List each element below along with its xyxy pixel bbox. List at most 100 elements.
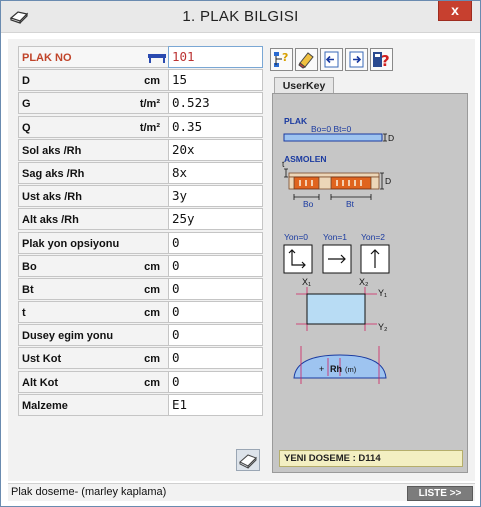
field-unit: t/m² — [139, 121, 160, 134]
svg-text:?: ? — [282, 51, 288, 64]
field-unit: t/m² — [139, 98, 160, 111]
field-label: t cm — [18, 301, 168, 324]
arrow-right-icon — [349, 51, 364, 68]
plak-section — [283, 133, 383, 142]
yeni-doseme-label: YENI DOSEME : D114 — [279, 450, 463, 467]
slab-icon — [148, 54, 166, 63]
x1-label: X₁ — [302, 277, 311, 287]
field-value-input[interactable]: 8x — [168, 161, 263, 184]
field-label-text: Ust Kot — [22, 353, 62, 366]
svg-text:?: ? — [381, 52, 390, 70]
field-label-text: D — [22, 75, 30, 88]
asmolen-d-dim — [380, 172, 384, 190]
asmolen-t-dim — [284, 168, 288, 178]
liste-button[interactable]: LISTE >> — [407, 486, 473, 501]
field-value-input[interactable]: 0 — [168, 254, 263, 277]
field-value-input[interactable]: 101 — [168, 46, 263, 68]
field-value-input[interactable]: 0 — [168, 370, 263, 393]
form-row: Ust aks /Rh 3y — [18, 185, 263, 208]
field-unit: cm — [144, 376, 160, 389]
field-label-text: Sol aks /Rh — [22, 144, 82, 157]
field-label: Qt/m² — [18, 115, 168, 138]
help-button[interactable]: ? — [370, 48, 393, 71]
field-label: Dusey egim yonu — [18, 324, 168, 347]
form-row: Gt/m² 0.523 — [18, 92, 263, 115]
form-row: Plak yon opsiyonu 0 — [18, 231, 263, 255]
field-value-input[interactable]: 0 — [168, 301, 263, 324]
plak-params: Bo=0 Bt=0 — [311, 124, 351, 134]
field-label-text: PLAK NO — [22, 52, 72, 64]
title-bar: 1. PLAK BILGISI x — [1, 1, 480, 33]
y1-label: Y₁ — [378, 288, 387, 298]
form-row: Sol aks /Rh 20x — [18, 138, 263, 162]
field-unit: cm — [144, 260, 160, 273]
field-label: Ust aks /Rh — [18, 185, 168, 208]
plak-bilgisi-window: 1. PLAK BILGISI x PLAK NO 101 Dcm 15 Gt/m² 0.… — [0, 0, 481, 507]
field-value-input[interactable]: 0 — [168, 277, 263, 300]
asmolen-blocks — [288, 176, 380, 190]
form-row: Dcm 15 — [18, 69, 263, 92]
field-unit: cm — [144, 283, 160, 296]
rh-label: Rh — [330, 364, 342, 374]
field-label: PLAK NO — [18, 46, 168, 68]
field-value-input[interactable]: 3y — [168, 185, 263, 208]
eraser-button[interactable] — [295, 48, 318, 71]
form-row: Ust Kot cm 0 — [18, 347, 263, 370]
field-label-text: Alt Kot — [22, 376, 59, 389]
window-title: 1. PLAK BILGISI — [182, 8, 299, 25]
field-label: Sag aks /Rh — [18, 161, 168, 184]
field-value-input[interactable]: 20x — [168, 138, 263, 161]
form-row: Alt aks /Rh 25y — [18, 208, 263, 231]
field-value-input[interactable]: E1 — [168, 393, 263, 416]
field-label-text: Plak yon opsiyonu — [22, 237, 120, 250]
hierarchy-button[interactable]: ? — [270, 48, 293, 71]
form-row: t cm 0 — [18, 301, 263, 324]
field-value-input[interactable]: 0.35 — [168, 115, 263, 138]
close-button[interactable]: x — [438, 1, 472, 21]
field-value-input[interactable]: 15 — [168, 69, 263, 92]
notebook-icon — [239, 454, 257, 469]
field-value-input[interactable]: 0 — [168, 324, 263, 347]
field-label-text: Alt aks /Rh — [22, 214, 79, 227]
status-bar: Plak doseme- (marley kaplama) LISTE >> — [8, 483, 475, 501]
field-label-text: Bt — [22, 283, 34, 296]
field-label: Bt cm — [18, 277, 168, 300]
rh-unit: (m) — [345, 365, 357, 374]
notebook-button[interactable] — [236, 449, 260, 471]
field-label: Dcm — [18, 69, 168, 92]
eraser-icon — [298, 52, 314, 69]
yon0-label: Yon=0 — [284, 232, 308, 242]
tab-userkey[interactable]: UserKey — [274, 77, 334, 94]
field-label: Malzeme — [18, 393, 168, 416]
field-label: Alt aks /Rh — [18, 208, 168, 231]
field-value-input[interactable]: 25y — [168, 208, 263, 231]
field-label: Sol aks /Rh — [18, 138, 168, 161]
field-unit: cm — [144, 353, 160, 366]
field-label: Alt Kot cm — [18, 370, 168, 393]
form-row: Malzeme E1 — [18, 393, 263, 417]
field-label-text: Malzeme — [22, 399, 68, 412]
prev-button[interactable] — [320, 48, 343, 71]
field-label-text: Sag aks /Rh — [22, 167, 85, 180]
field-unit: cm — [144, 307, 160, 320]
slab-plan-rect — [306, 293, 366, 325]
field-value-input[interactable]: 0 — [168, 231, 263, 254]
form-row: Qt/m² 0.35 — [18, 115, 263, 139]
plak-dimension — [383, 133, 387, 142]
plak-label: PLAK — [284, 116, 308, 126]
field-value-input[interactable]: 0.523 — [168, 92, 263, 115]
hierarchy-icon: ? — [274, 51, 288, 67]
status-text: Plak doseme- (marley kaplama) — [11, 486, 167, 498]
asmolen-bt-label: Bt — [346, 199, 355, 209]
asmolen-d-label: D — [385, 176, 391, 186]
diagram-panel: PLAK Bo=0 Bt=0 D ASMOLEN t D Bo Bt Yon=0… — [272, 93, 468, 473]
field-value-input[interactable]: 0 — [168, 347, 263, 370]
field-label-text: Ust aks /Rh — [22, 191, 82, 204]
form-row: Bo cm 0 — [18, 254, 263, 278]
form-row: Dusey egim yonu 0 — [18, 324, 263, 347]
field-label: Ust Kot cm — [18, 347, 168, 370]
field-label-text: G — [22, 98, 31, 111]
field-label: Gt/m² — [18, 92, 168, 115]
field-label: Plak yon opsiyonu — [18, 231, 168, 254]
next-button[interactable] — [345, 48, 368, 71]
